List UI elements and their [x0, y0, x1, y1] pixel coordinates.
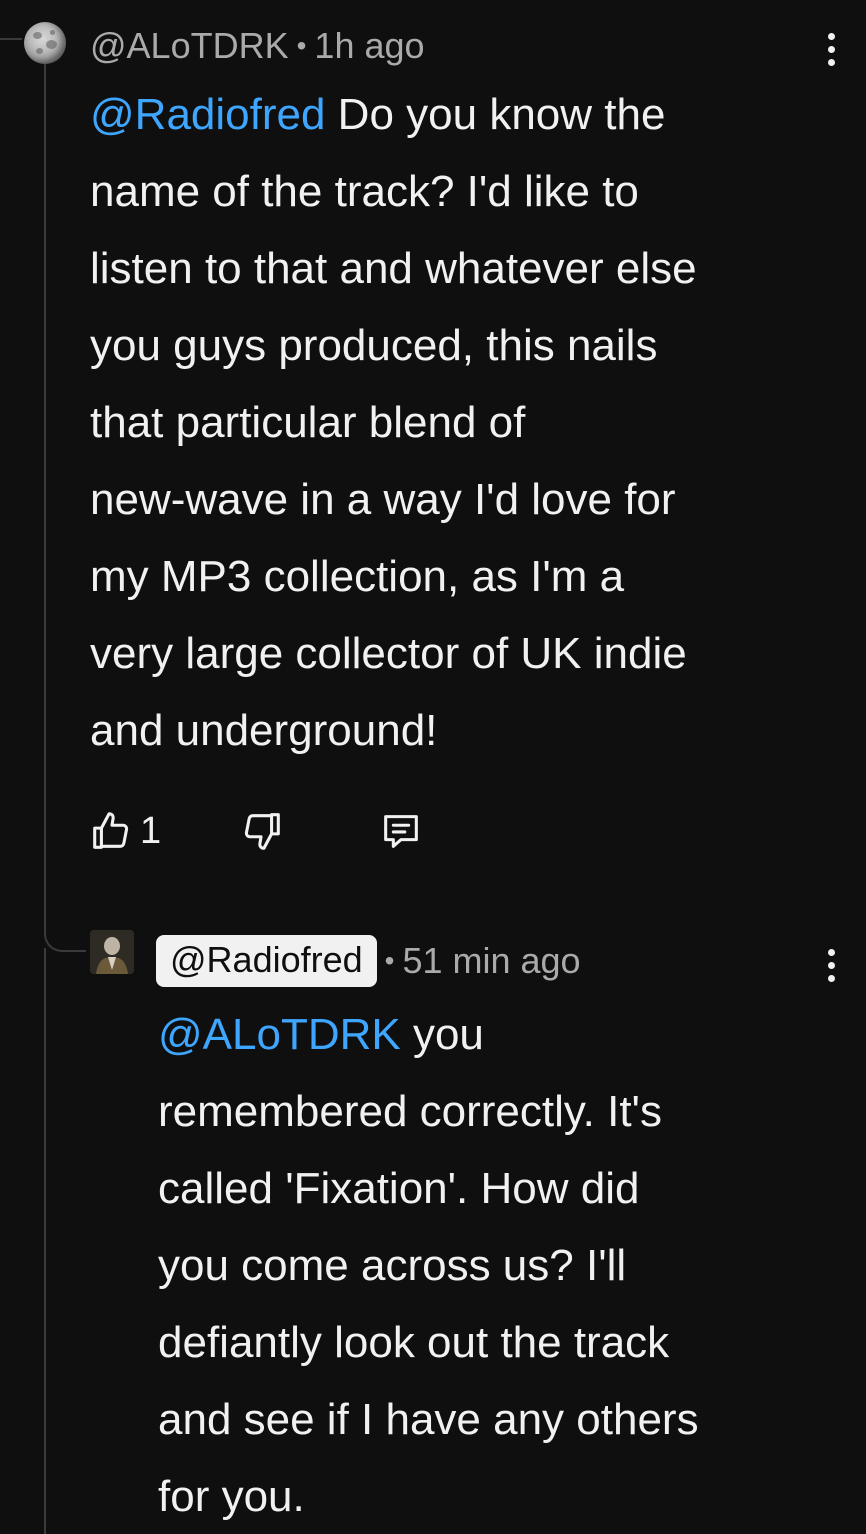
comment-line: you guys produced, this nails: [90, 321, 658, 370]
comment-thread: @ALoTDRK • 1h ago @Radiofred Do you know…: [0, 0, 866, 1534]
author-handle[interactable]: @ALoTDRK: [90, 25, 289, 67]
comment-line: that particular blend of: [90, 398, 526, 447]
comment-header: @ALoTDRK • 1h ago: [90, 20, 425, 72]
comment-line: name of the track? I'd like to: [90, 167, 639, 216]
comment-line: @Radiofred Do you know the: [90, 90, 666, 139]
thread-line: [44, 64, 46, 898]
comment-line: and underground!: [90, 706, 438, 755]
reply-line: remembered correctly. It's: [158, 1087, 662, 1136]
reply-icon: [384, 815, 419, 848]
timestamp: 51 min ago: [402, 940, 581, 981]
separator-dot: •: [296, 30, 307, 61]
comment-actions: 1: [88, 806, 425, 856]
thread-line-continued: [44, 948, 46, 1534]
dislike-button[interactable]: [239, 806, 285, 856]
reply-line: for you.: [158, 1472, 305, 1521]
comment-line: listen to that and whatever else: [90, 244, 697, 293]
moon-avatar[interactable]: [24, 22, 66, 64]
comment-line: very large collector of UK indie: [90, 629, 687, 678]
more-vert-icon[interactable]: [816, 24, 846, 74]
comment-body: @Radiofred Do you know the name of the t…: [90, 76, 697, 769]
mention-link[interactable]: @Radiofred: [90, 90, 325, 139]
thread-connector: [0, 38, 22, 40]
reply-line: @ALoTDRK you: [158, 1010, 484, 1059]
timestamp: 1h ago: [314, 25, 425, 66]
reply-connector: [44, 898, 86, 952]
reply-line: defiantly look out the track: [158, 1318, 670, 1367]
reply-line: called 'Fixation'. How did: [158, 1164, 640, 1213]
comment-line: new-wave in a way I'd love for: [90, 475, 676, 524]
like-button[interactable]: 1: [88, 806, 161, 856]
mention-link[interactable]: @ALoTDRK: [158, 1010, 401, 1059]
thumbs-down-icon: [245, 813, 280, 850]
more-vert-icon[interactable]: [816, 940, 846, 990]
like-count: 1: [140, 809, 162, 852]
reply-line: you come across us? I'll: [158, 1241, 627, 1290]
user-avatar-image: [90, 930, 134, 974]
reply-button[interactable]: [377, 806, 425, 856]
separator-dot: •: [384, 945, 395, 976]
reply-header: @Radiofred • 51 min ago: [156, 930, 581, 992]
reply-line: and see if I have any others: [158, 1395, 699, 1444]
comment-line: my MP3 collection, as I'm a: [90, 552, 625, 601]
thumbs-up-icon: [93, 812, 129, 849]
reply-body: @ALoTDRK you remembered correctly. It's …: [158, 996, 699, 1534]
user-avatar[interactable]: [90, 930, 134, 974]
author-handle-chip[interactable]: @Radiofred: [156, 935, 377, 987]
